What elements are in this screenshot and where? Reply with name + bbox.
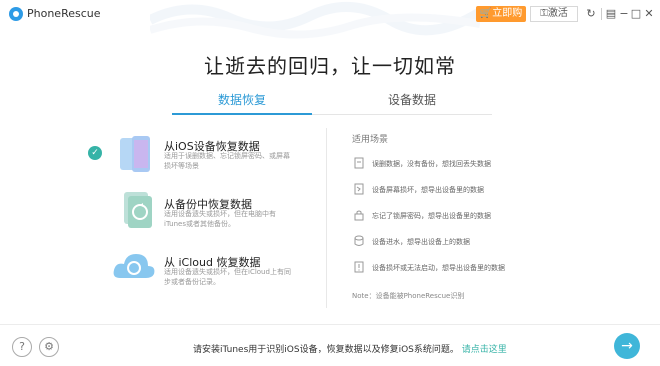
buy-now-button[interactable]: 🛒立即购买 (476, 6, 526, 35)
water-damage-icon (354, 235, 364, 246)
next-button[interactable]: → (614, 333, 640, 359)
scenario-item: 设备屏幕损坏，想导出设备里的数据 (372, 186, 484, 194)
title-bar: PhoneRescue 🛒立即购买 ⚿激活 ↻ ▤ − □ ✕ (0, 0, 660, 39)
footer-divider (0, 324, 660, 325)
scenario-item: 误删数据，没有备份，想找回丢失数据 (372, 160, 491, 168)
gear-icon: ⚙ (44, 340, 54, 353)
backup-file-icon[interactable] (118, 190, 154, 230)
scenario-item: 忘记了锁屏密码，想导出设备里的数据 (372, 212, 491, 220)
scenario-item: 设备损坏或无法启动，想导出设备里的数据 (372, 264, 505, 272)
header-decoration (150, 2, 480, 39)
option-backup-desc: 适用设备遗失或损坏，但在电脑中有iTunes或者其他备份。 (164, 210, 276, 228)
app-name: PhoneRescue (27, 7, 101, 20)
page-title: 让逝去的回归，让一切如常 (204, 54, 456, 78)
tab-data-recovery[interactable]: 数据恢复 (172, 91, 312, 108)
column-divider (326, 128, 327, 308)
maximize-button[interactable]: □ (629, 6, 643, 22)
activate-button[interactable]: ⚿激活 (530, 6, 578, 22)
app-logo-icon (9, 7, 23, 21)
device-error-icon (354, 261, 364, 273)
broken-screen-icon (354, 183, 364, 195)
lock-icon (354, 210, 364, 221)
tab-underline (312, 114, 492, 115)
menu-icon[interactable]: ▤ (604, 6, 618, 22)
cart-icon: 🛒 (479, 8, 493, 19)
scenario-item: 设备进水，想导出设备上的数据 (372, 238, 470, 246)
itunes-install-link[interactable]: 请点击这里 (462, 345, 507, 355)
active-tab-indicator (172, 113, 312, 115)
divider (601, 8, 602, 20)
option-icloud-desc: 适用设备遗失或损坏，但在iCloud上有同步或者备份记录。 (164, 268, 291, 286)
ios-device-icon[interactable] (118, 134, 154, 174)
arrow-right-icon: → (621, 338, 633, 354)
close-button[interactable]: ✕ (642, 6, 656, 22)
scenarios-title: 适用场景 (352, 135, 389, 145)
option-ios-device-desc: 适用于误删数据、忘记锁屏密码、或屏幕损坏等场景 (164, 152, 290, 170)
refresh-icon[interactable]: ↻ (584, 6, 598, 22)
itunes-notice: 请安装iTunes用于识别iOS设备，恢复数据以及修复iOS系统问题。 请点击这… (193, 342, 507, 355)
key-icon: ⚿ (540, 8, 548, 19)
help-button[interactable]: ? (12, 337, 32, 357)
icloud-icon[interactable] (112, 250, 156, 284)
deleted-file-icon (354, 157, 364, 169)
scenarios-note: Note：设备能被PhoneRescue识别 (352, 292, 465, 300)
help-icon: ? (19, 340, 25, 353)
tab-device-data[interactable]: 设备数据 (342, 91, 482, 108)
settings-button[interactable]: ⚙ (39, 337, 59, 357)
selected-check-icon: ✓ (88, 146, 102, 160)
itunes-notice-text: 请安装iTunes用于识别iOS设备，恢复数据以及修复iOS系统问题。 (193, 345, 459, 355)
